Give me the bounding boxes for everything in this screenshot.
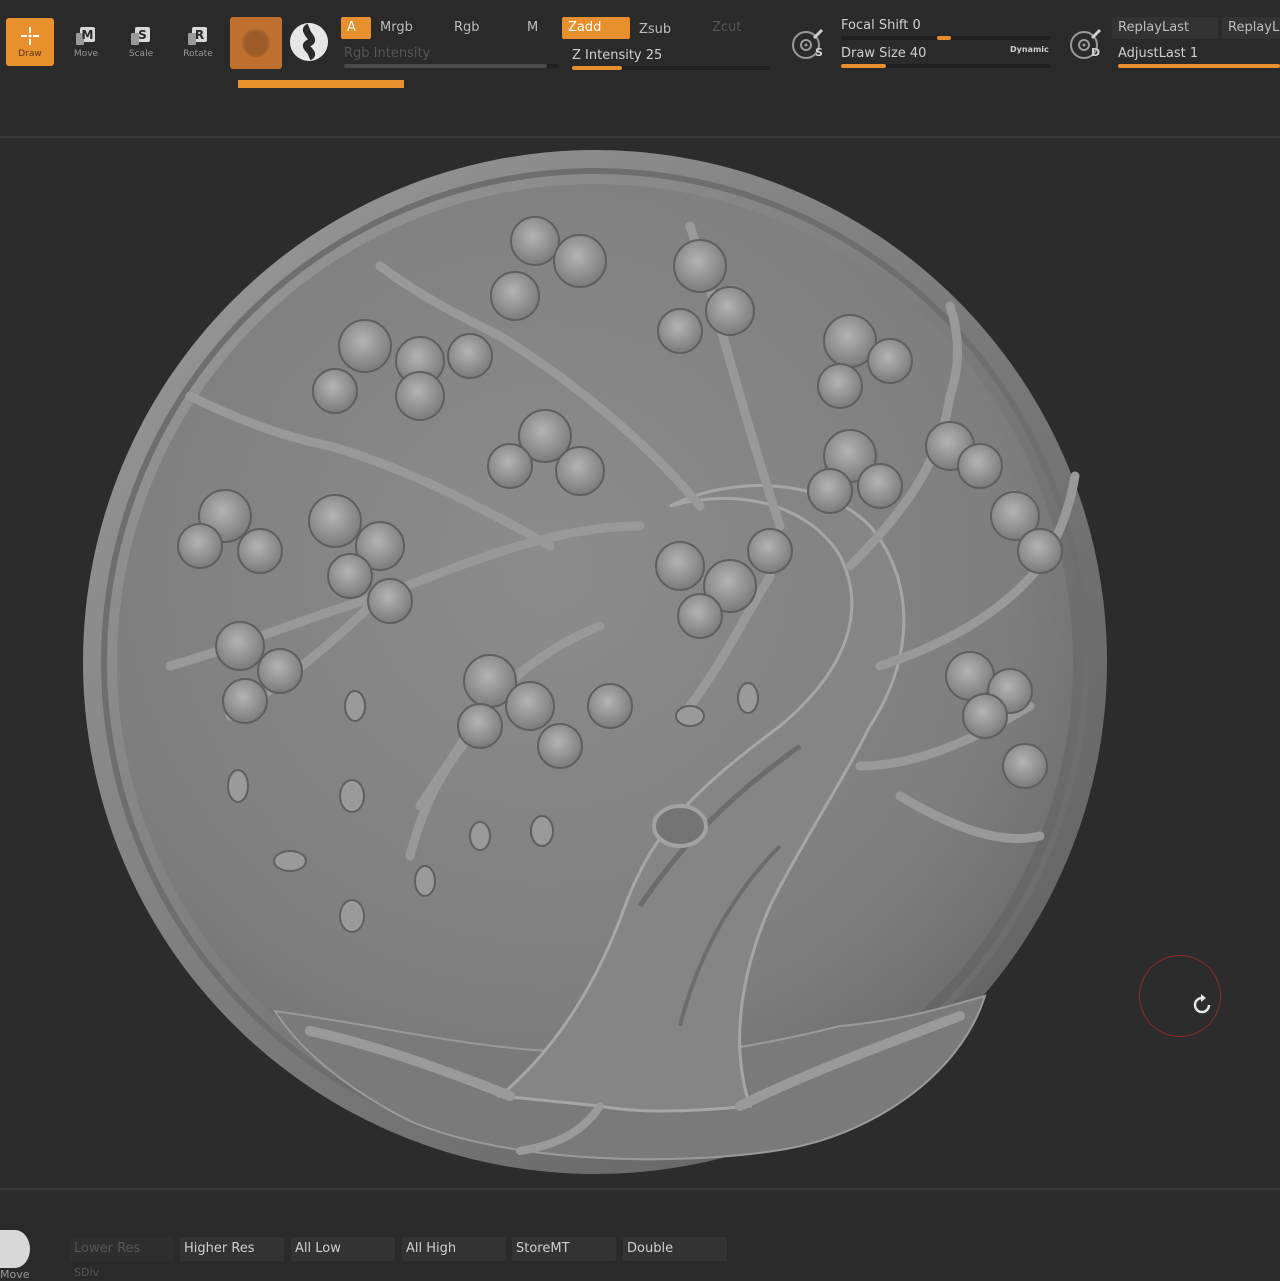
all-high-button[interactable]: All High: [402, 1237, 506, 1261]
bottom-separator: [0, 1188, 1280, 1190]
material-sphere-icon: [290, 23, 328, 61]
move-caption: Move: [0, 1268, 30, 1281]
mrgb-mode-toggle[interactable]: Mrgb: [374, 17, 419, 39]
z-intensity-slider[interactable]: [572, 66, 770, 70]
active-brush-indicator: [238, 80, 404, 88]
crosshair-icon: [21, 27, 39, 45]
zcut-mode-toggle[interactable]: Zcut: [706, 17, 747, 39]
rgb-intensity-slider[interactable]: [344, 64, 558, 68]
rgb-intensity-fill: [344, 64, 548, 68]
material-picker-button[interactable]: [290, 23, 328, 61]
lower-res-button[interactable]: Lower Res: [70, 1237, 174, 1261]
storemt-button[interactable]: StoreMT: [512, 1237, 616, 1261]
all-low-button[interactable]: All Low: [291, 1237, 395, 1261]
adjust-last-label: AdjustLast 1: [1118, 46, 1199, 61]
toolbar-separator: [0, 136, 1280, 138]
replay-last-button[interactable]: ReplayLast: [1112, 17, 1218, 39]
bottom-toolbar: Move Lower Res SDiv Higher Res All Low A…: [0, 1192, 1280, 1281]
move-tool-label: Move: [73, 49, 99, 59]
higher-res-button[interactable]: Higher Res: [180, 1237, 284, 1261]
z-intensity-label: Z Intensity 25: [572, 48, 663, 63]
refresh-icon: [1193, 994, 1211, 1014]
replay-last-rel-button[interactable]: ReplayLastRel: [1222, 17, 1280, 39]
focal-shift-label: Focal Shift 0: [841, 18, 921, 33]
canvas-viewport[interactable]: [0, 140, 1280, 1186]
zadd-mode-toggle[interactable]: Zadd: [562, 17, 630, 39]
focal-shift-handle: [937, 36, 951, 40]
zsub-mode-toggle[interactable]: Zsub: [633, 19, 677, 41]
draw-tool-label: Draw: [18, 49, 42, 59]
adjust-last-fill: [1118, 64, 1280, 68]
scale-tool-button[interactable]: S Scale: [117, 18, 165, 66]
m-mode-toggle[interactable]: M: [521, 17, 544, 39]
dynamic-toggle[interactable]: Dynamic: [1010, 45, 1049, 54]
focal-shift-slider[interactable]: [841, 36, 1051, 40]
scale-icon: S: [131, 27, 150, 45]
double-button[interactable]: Double: [623, 1237, 727, 1261]
move-key-letter: M: [82, 28, 94, 42]
draw-size-label: Draw Size 40: [841, 46, 927, 61]
rgb-intensity-label: Rgb Intensity: [344, 46, 431, 61]
move-icon: M: [76, 27, 95, 45]
rotate-tool-button[interactable]: R Rotate: [174, 18, 222, 66]
brush-picker-button[interactable]: [230, 17, 282, 69]
scale-tool-label: Scale: [128, 49, 154, 59]
d-key-label: D: [1091, 46, 1101, 59]
brush-preview-icon: [242, 29, 270, 57]
z-intensity-fill: [572, 66, 622, 70]
draw-tool-button[interactable]: Draw: [6, 18, 54, 66]
draw-size-fill: [841, 64, 886, 68]
rotate-icon: R: [188, 27, 207, 45]
move-tool-button[interactable]: M Move: [62, 18, 110, 66]
top-toolbar: Draw M Move S Scale R Rotate A Mrgb Rgb …: [0, 0, 1280, 96]
rgb-mode-toggle[interactable]: Rgb: [448, 17, 486, 39]
adjust-last-slider[interactable]: [1118, 64, 1280, 68]
a-mode-toggle[interactable]: A: [341, 17, 371, 39]
sdiv-label: SDiv: [74, 1266, 100, 1279]
move-brush-icon[interactable]: [0, 1230, 30, 1268]
sculpted-medallion: [83, 150, 1107, 1174]
draw-size-slider[interactable]: [841, 64, 1051, 68]
s-key-label: S: [815, 46, 823, 59]
scale-key-letter: S: [138, 28, 147, 42]
rotate-tool-label: Rotate: [183, 49, 213, 59]
rotate-key-letter: R: [195, 28, 204, 42]
